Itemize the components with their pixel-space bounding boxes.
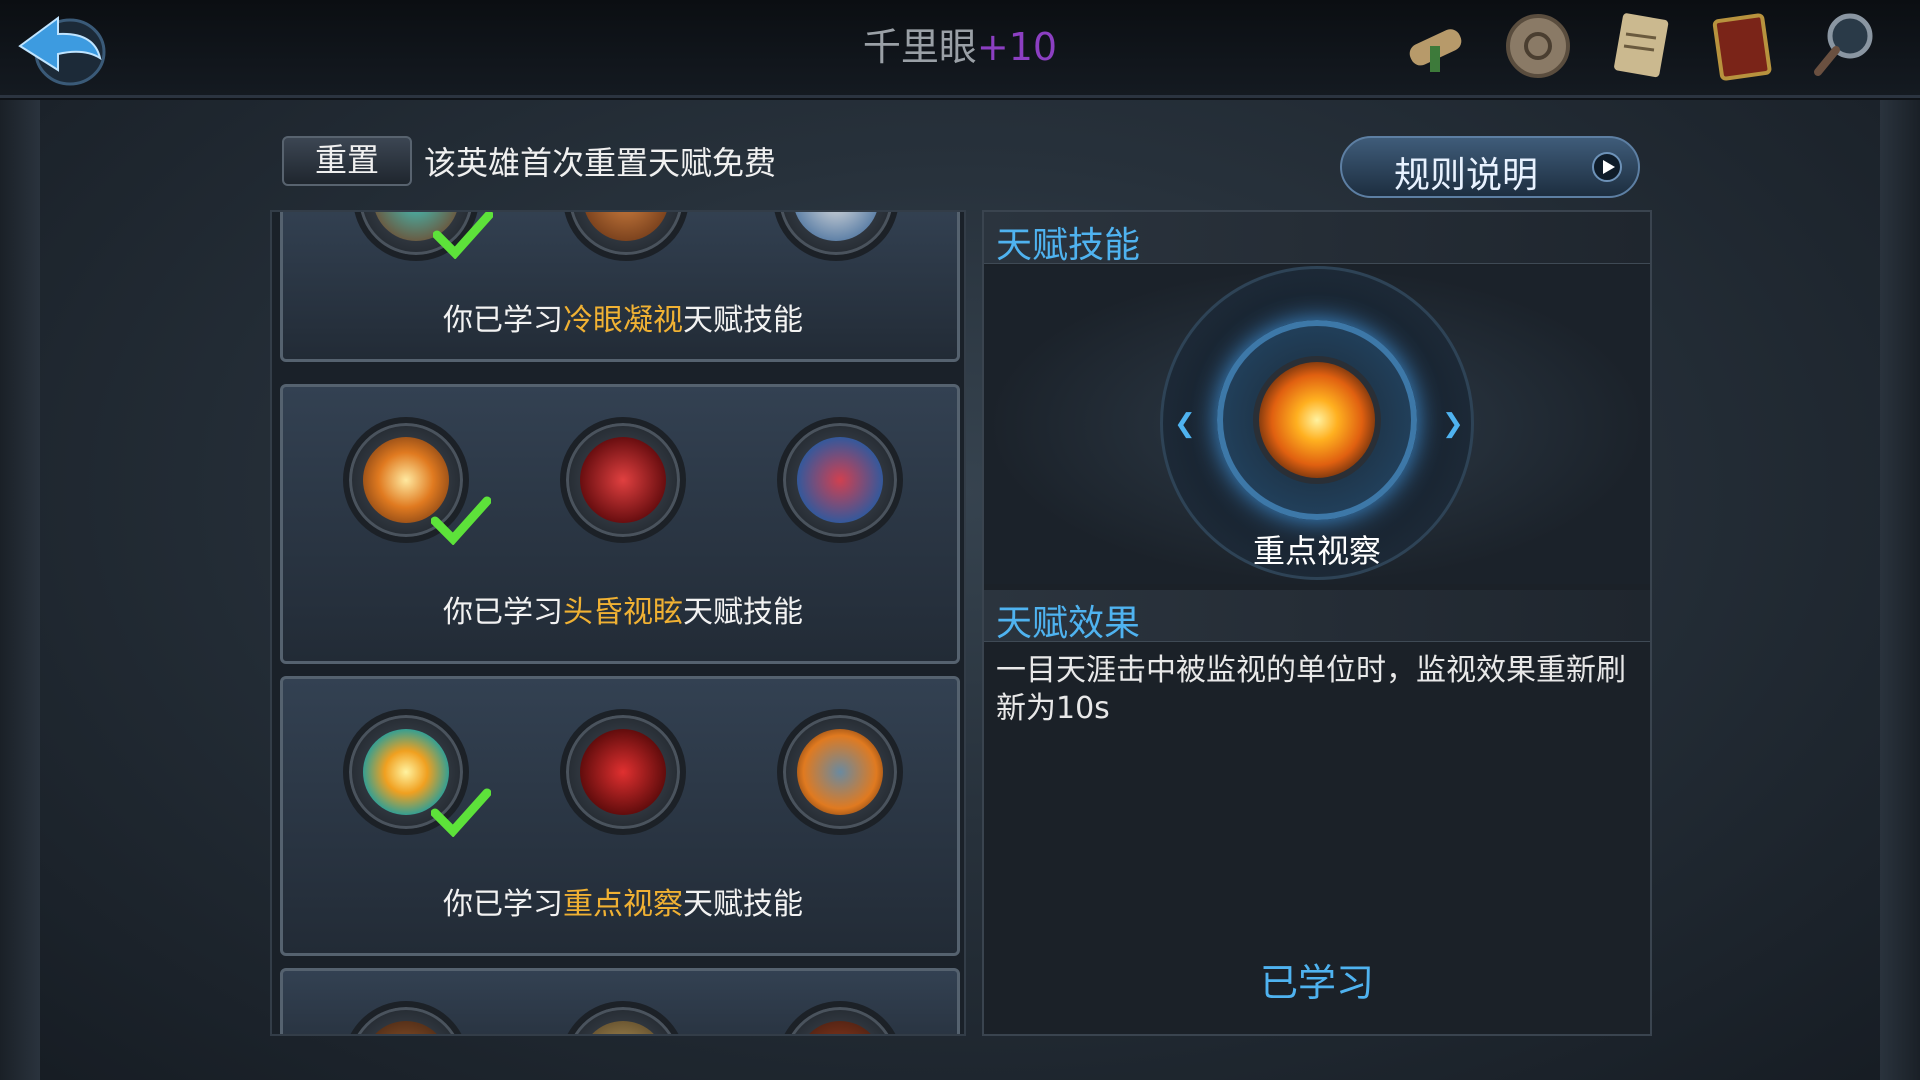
learned-status: 已学习 [1259, 961, 1374, 1005]
talent-tier: 你已学习冷眼凝视天赋技能 [280, 212, 960, 362]
talent-slot[interactable] [777, 709, 903, 835]
talent-slot[interactable] [773, 212, 899, 261]
talent-tier: 你已学习头昏视眩天赋技能 [280, 384, 960, 664]
magnifier-icon[interactable] [1808, 6, 1880, 84]
effect-section-header: 天赋效果 [984, 590, 1650, 644]
effect-description: 一目天涯击中被监视的单位时，监视效果重新刷新为10s [996, 653, 1626, 726]
book-icon[interactable] [1706, 6, 1778, 84]
top-bar: 千里眼+10 [0, 0, 1920, 98]
talent-detail-panel: 天赋技能 ❮ ❯ 重点视察 天赋效果 一目天涯击中被监视的单位时，监视效果重新刷… [982, 210, 1652, 1036]
checkmark-icon [431, 496, 491, 545]
frame-right [1880, 100, 1920, 1080]
hero-name: 千里眼 [862, 25, 977, 69]
rules-label: 规则说明 [1394, 155, 1539, 196]
tier-learned-text: 你已学习重点视察天赋技能 [443, 887, 803, 922]
left-wing-icon: ❮ [1174, 409, 1196, 439]
selected-skill-name: 重点视察 [1252, 532, 1381, 570]
talent-name-highlight: 头昏视眩 [563, 595, 683, 630]
checkmark-icon [433, 212, 493, 259]
talent-slot[interactable] [777, 417, 903, 543]
talent-slot[interactable] [343, 1001, 469, 1034]
hero-level: +10 [976, 25, 1058, 69]
reset-button[interactable]: 重置 [282, 136, 412, 186]
play-arrow-icon [1592, 152, 1622, 182]
tier-learned-text: 你已学习头昏视眩天赋技能 [443, 595, 803, 630]
scroll-icon[interactable] [1400, 6, 1472, 84]
frame-left [0, 100, 40, 1080]
talent-tier: 你已学习重点视察天赋技能 [280, 676, 960, 956]
talent-tier-list[interactable]: 你已学习冷眼凝视天赋技能 你已学习头昏视眩天赋技能 你已学习重点视察天赋技能 [270, 210, 966, 1036]
checkmark-icon [431, 788, 491, 837]
talent-slot[interactable] [560, 417, 686, 543]
talent-name-highlight: 冷眼凝视 [563, 303, 683, 338]
talent-slot[interactable] [777, 1001, 903, 1034]
talent-slot[interactable] [560, 709, 686, 835]
selected-skill-icon [1253, 356, 1381, 484]
talent-slot[interactable] [560, 1001, 686, 1034]
talent-slot[interactable] [563, 212, 689, 261]
reset-note: 该英雄首次重置天赋免费 [424, 144, 777, 182]
skill-section-header: 天赋技能 [984, 212, 1650, 266]
tier-learned-text: 你已学习冷眼凝视天赋技能 [443, 303, 803, 338]
effect-section-title: 天赋效果 [996, 603, 1141, 644]
map-icon[interactable] [1604, 6, 1676, 84]
talent-tier [280, 968, 960, 1034]
talent-name-highlight: 重点视察 [563, 887, 683, 922]
skill-section-title: 天赋技能 [996, 225, 1141, 266]
rune-icon[interactable] [1502, 6, 1574, 84]
top-icon-bar [1400, 6, 1880, 84]
skill-showcase: ❮ ❯ 重点视察 [984, 266, 1650, 584]
rules-button[interactable]: 规则说明 [1340, 136, 1640, 198]
right-wing-icon: ❯ [1442, 409, 1464, 439]
